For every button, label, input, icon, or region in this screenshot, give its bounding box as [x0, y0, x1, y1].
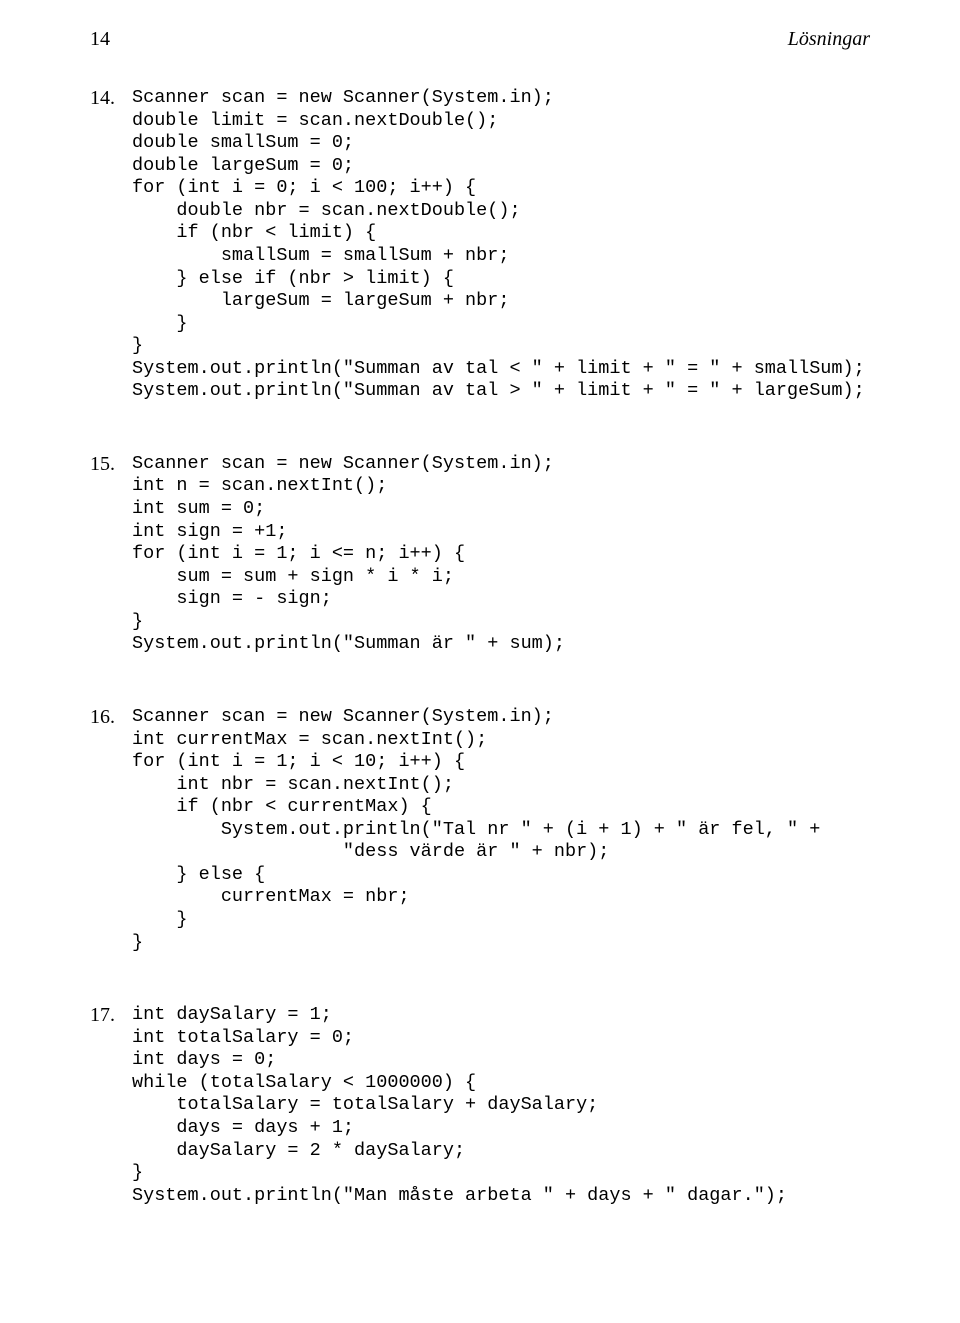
page-number: 14 — [90, 28, 110, 51]
solution-code: Scanner scan = new Scanner(System.in); i… — [132, 706, 820, 954]
solution-number: 17. — [90, 1004, 128, 1027]
solution-code: int daySalary = 1; int totalSalary = 0; … — [132, 1004, 787, 1207]
solution-17: 17. int daySalary = 1; int totalSalary =… — [90, 1004, 870, 1207]
solution-number: 16. — [90, 706, 128, 729]
solution-code: Scanner scan = new Scanner(System.in); i… — [132, 453, 565, 656]
solution-16: 16. Scanner scan = new Scanner(System.in… — [90, 706, 870, 954]
solution-number: 15. — [90, 453, 128, 476]
solution-15: 15. Scanner scan = new Scanner(System.in… — [90, 453, 870, 656]
solution-14: 14. Scanner scan = new Scanner(System.in… — [90, 87, 870, 403]
solution-code: Scanner scan = new Scanner(System.in); d… — [132, 87, 865, 403]
page: 14 Lösningar 14. Scanner scan = new Scan… — [0, 0, 960, 1323]
page-title: Lösningar — [788, 28, 870, 51]
page-header: 14 Lösningar — [90, 28, 870, 51]
solution-number: 14. — [90, 87, 128, 110]
